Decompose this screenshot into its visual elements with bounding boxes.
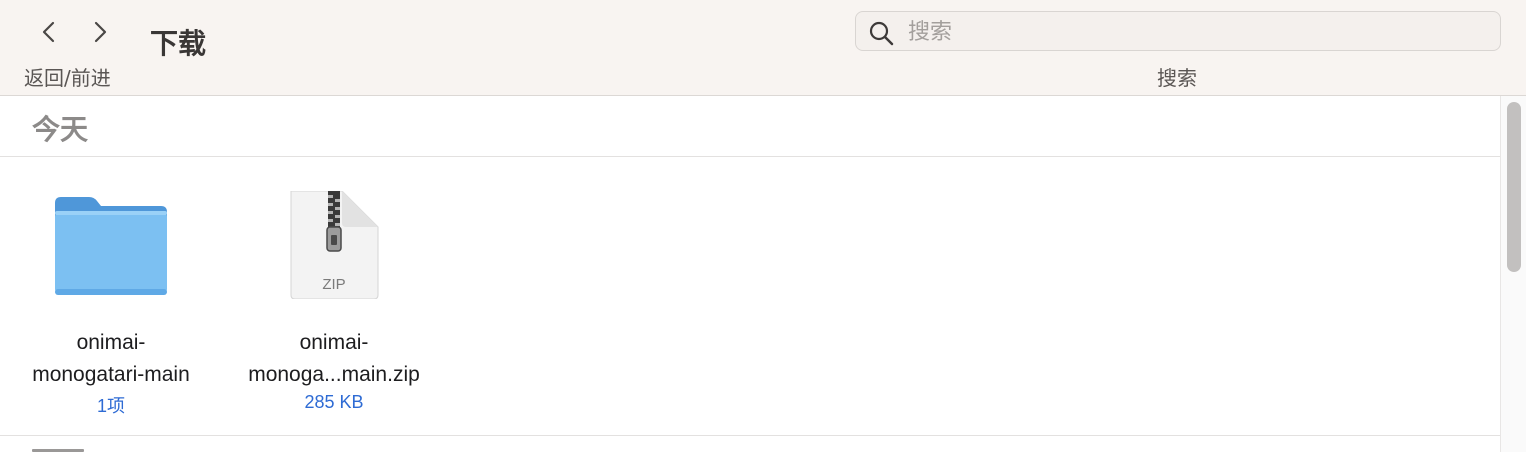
file-item-folder[interactable]: onimai- monogatari-main 1项 bbox=[11, 191, 211, 418]
scrollbar-thumb[interactable] bbox=[1507, 102, 1521, 272]
section-header-today: 今天 bbox=[32, 113, 89, 146]
toolbar: 返回/前进 下载 搜索 bbox=[0, 0, 1526, 96]
file-list: 今天 onimai- monogatari-main 1项 ZIP onimai… bbox=[0, 96, 1500, 452]
window-title: 下载 bbox=[150, 27, 207, 60]
forward-button[interactable] bbox=[80, 12, 120, 52]
divider bbox=[0, 435, 1500, 436]
item-name-line1: onimai- bbox=[76, 331, 146, 354]
search-icon bbox=[869, 21, 894, 46]
zip-file-icon: ZIP bbox=[290, 191, 379, 299]
item-name-line2: monoga...main.zip bbox=[248, 363, 420, 386]
item-meta: 1项 bbox=[96, 396, 125, 416]
divider bbox=[0, 156, 1500, 157]
chevron-left-icon bbox=[42, 21, 55, 43]
zip-badge: ZIP bbox=[322, 276, 345, 293]
item-name-line1: onimai- bbox=[299, 331, 369, 354]
search-input[interactable] bbox=[906, 16, 1490, 48]
next-section-header bbox=[32, 443, 92, 452]
file-item-zip[interactable]: ZIP onimai- monoga...main.zip 285 KB bbox=[234, 191, 434, 413]
scrollbar[interactable] bbox=[1500, 96, 1526, 452]
back-forward-label: 返回/前进 bbox=[24, 66, 111, 90]
search-label: 搜索 bbox=[1157, 66, 1197, 90]
search-box[interactable] bbox=[855, 11, 1501, 51]
back-button[interactable] bbox=[29, 12, 69, 52]
chevron-right-icon bbox=[94, 21, 107, 43]
folder-icon bbox=[55, 197, 167, 295]
item-meta: 285 KB bbox=[304, 392, 364, 412]
item-name-line2: monogatari-main bbox=[32, 363, 190, 386]
